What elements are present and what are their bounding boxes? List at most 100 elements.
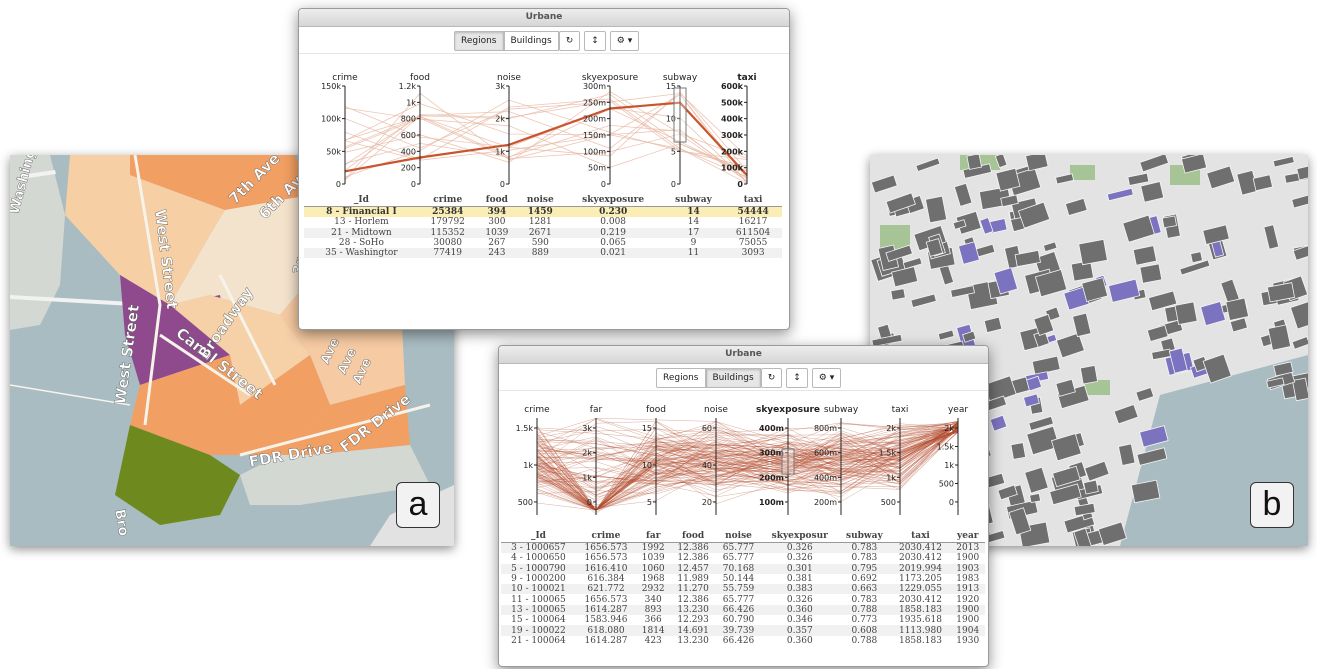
axis-label[interactable]: year: [948, 405, 968, 415]
table-row[interactable]: 15 - 100064 1583.946 366 12.293 60.790 0.346 0…: [501, 615, 985, 625]
column-header[interactable]: skyexposure: [563, 194, 663, 207]
axis-label[interactable]: taxi: [892, 405, 909, 415]
table-row[interactable]: 13 - Horlem 179792 300 1281 0.008 14 16217: [304, 217, 782, 227]
table-cell: 300: [488, 217, 506, 228]
table-cell: 590: [531, 238, 549, 249]
tick-label: 500: [939, 479, 954, 488]
parallel-coordinates-regions[interactable]: crime150k100k50k0food1.2k1k8006004002000…: [299, 54, 789, 189]
table-row[interactable]: 4 - 1000650 1656.573 1039 12.386 65.777 0.326…: [501, 553, 985, 563]
table-row[interactable]: 11 - 100065 1656.573 340 12.386 65.777 0.326 0…: [501, 594, 985, 605]
table-row[interactable]: 19 - 100022 618.080 1814 14.691 39.739 0.357 0…: [501, 625, 985, 636]
table-row[interactable]: 10 - 100021 621.772 2932 11.270 55.759 0.383 0…: [501, 584, 985, 595]
building-footprint: [966, 155, 983, 170]
column-header[interactable]: taxi: [890, 530, 951, 543]
column-header[interactable]: food: [670, 530, 716, 543]
table-cell: 0.773: [851, 615, 878, 626]
column-header[interactable]: noise: [517, 194, 564, 207]
building-footprint: [1029, 492, 1042, 504]
column-header[interactable]: _Id: [304, 194, 419, 207]
axis-label[interactable]: noise: [704, 405, 728, 415]
axis-label[interactable]: far: [590, 405, 603, 415]
table-cell: 13.230: [670, 604, 716, 616]
table-cell: 0.065: [600, 238, 627, 249]
building-footprint: [1139, 263, 1163, 284]
table-row[interactable]: 28 - SoHo 30080 267 590 0.065 9 75055: [304, 238, 782, 248]
tick-label: 1k: [406, 98, 416, 107]
table-cell: 267: [488, 238, 506, 249]
urbane-window-regions[interactable]: Urbane Regions Buildings ↻ ↕ ⚙ ▾ crime 15…: [298, 8, 790, 330]
tick-label: 200m: [759, 473, 784, 482]
axis-brush[interactable]: [781, 448, 795, 475]
table-cell: 0.788: [838, 604, 891, 616]
table-row[interactable]: 13 - 100065 1614.287 893 13.230 66.426 0.360 0…: [501, 604, 985, 616]
column-header[interactable]: food: [476, 194, 518, 207]
tick-label: 400m: [814, 473, 837, 482]
axis-label[interactable]: crime: [524, 405, 550, 415]
axis-label[interactable]: food: [646, 405, 666, 415]
column-header[interactable]: subway: [838, 530, 891, 543]
table-cell: 12.386: [670, 542, 716, 554]
tick-label: 400: [401, 147, 416, 156]
table-cell: 394: [476, 206, 518, 218]
column-header[interactable]: skyexposur: [761, 530, 839, 543]
column-header[interactable]: far: [636, 530, 671, 543]
building-footprint: [1161, 215, 1177, 229]
tab-regions[interactable]: Regions: [454, 31, 504, 51]
table-row[interactable]: 21 - 100064 1614.287 423 13.230 66.426 0.360 0…: [501, 636, 985, 646]
refresh-icon[interactable]: ↻: [558, 31, 581, 51]
table-cell: 0.346: [786, 615, 813, 626]
table-cell: 0.383: [761, 584, 839, 595]
table-cell: 17: [662, 227, 725, 238]
axis-brush[interactable]: [673, 87, 687, 143]
table-cell: 9 - 1000200: [511, 574, 566, 585]
table-row[interactable]: 9 - 1000200 616.384 1968 11.989 50.144 0.381 0…: [501, 574, 985, 584]
table-cell: 2671: [517, 227, 564, 238]
table-cell: 54444: [724, 206, 782, 218]
table-cell: 0.783: [851, 594, 878, 605]
tab-regions[interactable]: Regions: [656, 368, 706, 388]
column-header[interactable]: taxi: [724, 194, 782, 207]
parallel-coordinates-buildings[interactable]: crime 1.5k 1k 500 far 3k 2k 1k 0 food 15 10 5 noise 60…: [499, 394, 988, 524]
building-footprint: [1267, 324, 1292, 351]
table-row[interactable]: 5 - 1000790 1616.410 1060 12.457 70.168 0.301…: [501, 563, 985, 574]
tick-label: 1k: [582, 473, 592, 482]
table-cell: 28 - SoHo: [338, 238, 384, 249]
column-header[interactable]: subway: [662, 194, 725, 207]
tick-label: 300k: [721, 131, 744, 140]
table-cell: 39.739: [715, 625, 762, 636]
tab-buildings[interactable]: Buildings: [705, 368, 761, 388]
table-cell: 1583.946: [584, 615, 628, 626]
table-row[interactable]: 3 - 1000657 1656.573 1992 12.386 65.777 0.326…: [501, 542, 985, 554]
column-header[interactable]: _Id: [501, 530, 576, 543]
tick-label: 1k: [886, 473, 896, 482]
table-cell: 2030.412: [890, 542, 951, 554]
table-cell: 0.219: [563, 227, 663, 238]
table-cell: 616.384: [587, 574, 625, 585]
table-row[interactable]: 35 - Washingtor 77419 243 889 0.021 11 3093: [304, 248, 782, 259]
table-cell: 16217: [738, 217, 768, 228]
table-cell: 5 - 1000790: [501, 563, 576, 574]
settings-icon[interactable]: ⚙ ▾: [609, 31, 640, 51]
sort-icon[interactable]: ↕: [786, 368, 808, 388]
table-cell: 0.788: [851, 635, 878, 646]
table-row[interactable]: 21 - Midtown 115352 1039 2671 0.219 17 611504: [304, 227, 782, 238]
column-header[interactable]: noise: [715, 530, 762, 543]
axis-label[interactable]: skyexposure: [756, 405, 820, 415]
table-cell: 12.386: [677, 594, 709, 605]
tick-label: 500: [518, 498, 533, 507]
table-row[interactable]: 8 - Financial I 25384 394 1459 0.230 14 54444: [304, 206, 782, 218]
settings-icon[interactable]: ⚙ ▾: [811, 368, 842, 388]
column-header[interactable]: year: [950, 530, 985, 543]
column-header[interactable]: crime: [418, 194, 477, 207]
table-cell: 1903: [950, 563, 985, 574]
table-cell: 1614.287: [575, 604, 636, 616]
table-cell: 1930: [956, 635, 980, 646]
column-header[interactable]: crime: [575, 530, 636, 543]
table-cell: 11 - 100065: [511, 594, 566, 605]
tab-buildings[interactable]: Buildings: [503, 31, 559, 51]
tick-label: 3k: [582, 424, 592, 433]
sort-icon[interactable]: ↕: [584, 31, 606, 51]
axis-label[interactable]: subway: [824, 405, 859, 415]
urbane-window-buildings[interactable]: Urbane Regions Buildings ↻ ↕ ⚙ ▾ crime 1.…: [498, 345, 989, 667]
refresh-icon[interactable]: ↻: [760, 368, 783, 388]
